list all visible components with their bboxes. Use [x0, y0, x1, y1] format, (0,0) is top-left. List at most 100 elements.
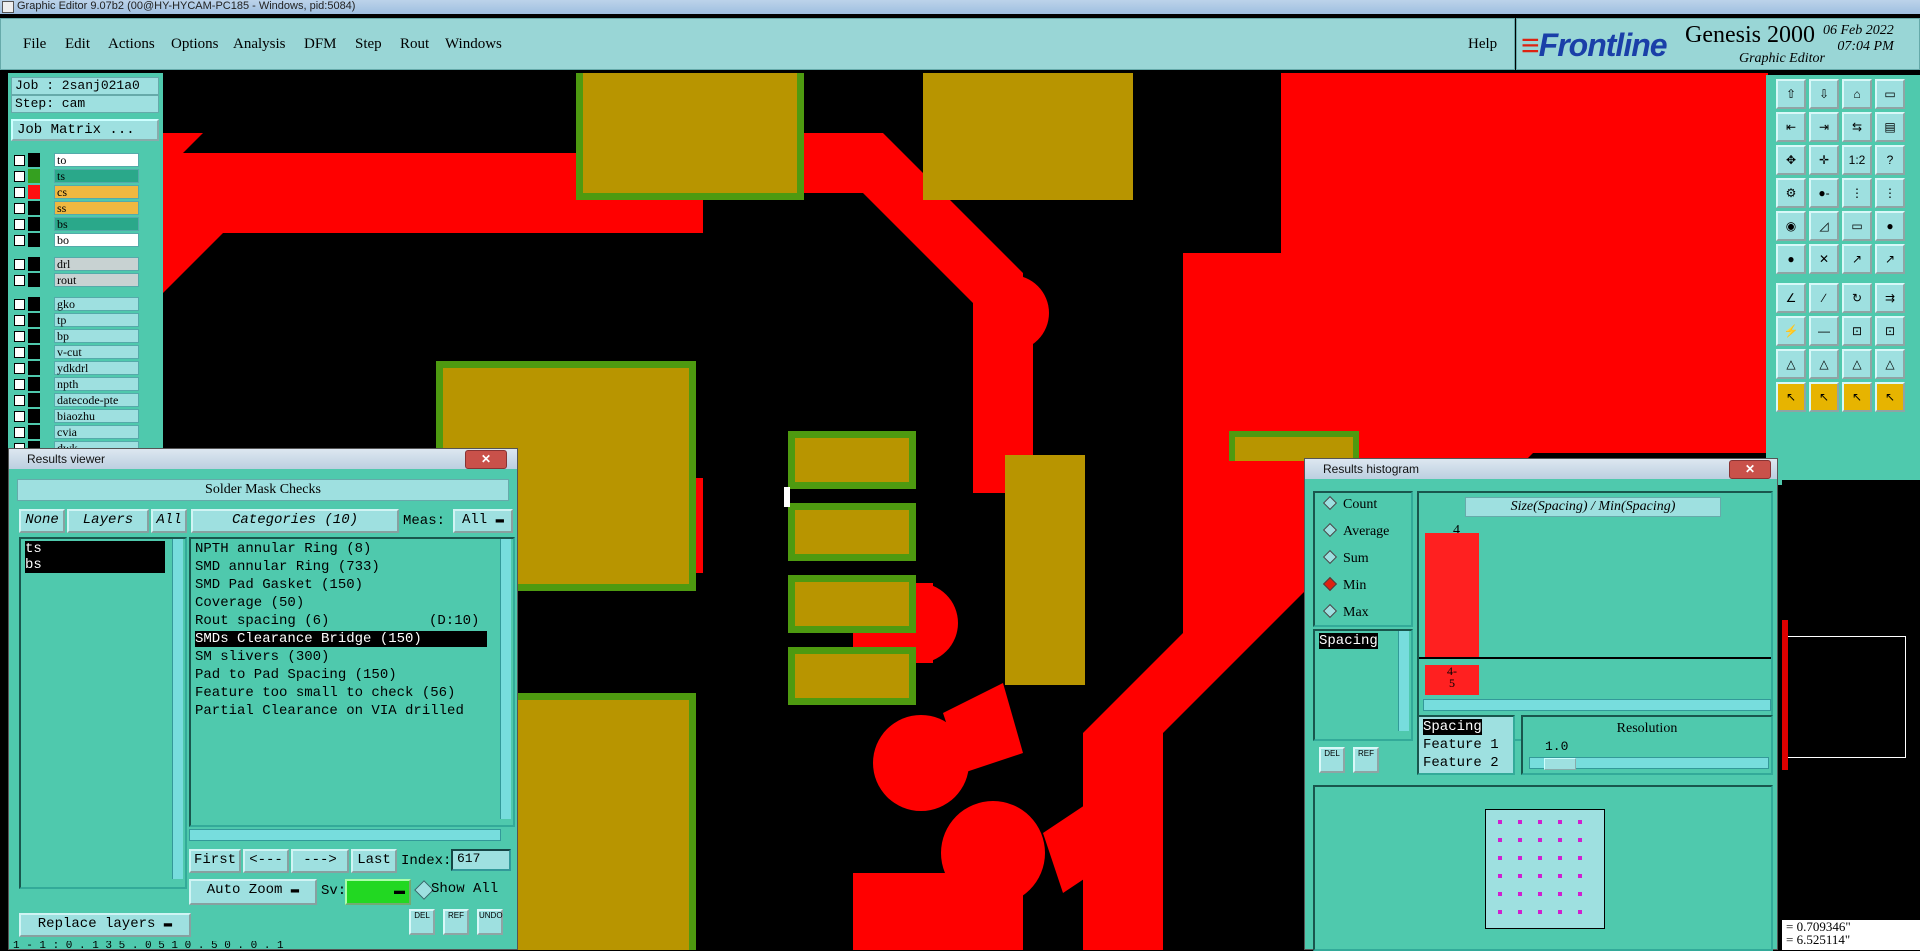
layer-color-swatch[interactable]: [28, 217, 40, 231]
layer-checkbox[interactable]: [14, 427, 25, 438]
layer-row[interactable]: v-cut: [14, 345, 139, 359]
category-item[interactable]: Feature too small to check (56): [195, 685, 455, 701]
all-button[interactable]: All: [151, 509, 187, 533]
move-left-icon[interactable]: ⇤: [1776, 112, 1806, 142]
layer-checkbox[interactable]: [14, 187, 25, 198]
layer-checkbox[interactable]: [14, 235, 25, 246]
category-item[interactable]: SMD annular Ring (733): [195, 559, 380, 575]
menu-windows[interactable]: Windows: [445, 36, 502, 53]
del-button[interactable]: DEL: [1319, 747, 1345, 773]
layer-color-swatch[interactable]: [28, 409, 40, 423]
category-item[interactable]: NPTH annular Ring (8): [195, 541, 371, 557]
pin-icon[interactable]: ●-: [1809, 178, 1839, 208]
radio-icon[interactable]: [1322, 522, 1338, 538]
category-list[interactable]: NPTH annular Ring (8) SMD annular Ring (7…: [189, 537, 515, 827]
resolution-slider[interactable]: [1529, 757, 1769, 770]
layer-checkbox[interactable]: [14, 155, 25, 166]
tri3-icon[interactable]: △: [1842, 349, 1872, 379]
node-icon[interactable]: ●: [1776, 244, 1806, 274]
layer-name[interactable]: npth: [54, 377, 139, 391]
layer-color-swatch[interactable]: [28, 377, 40, 391]
layer-checkbox[interactable]: [14, 219, 25, 230]
menu-file[interactable]: File: [23, 36, 46, 53]
box-icon[interactable]: ⊡: [1842, 316, 1872, 346]
export-icon[interactable]: ⇩: [1809, 79, 1839, 109]
swap-icon[interactable]: ⇆: [1842, 112, 1872, 142]
list-item[interactable]: Feature 1: [1423, 737, 1499, 753]
scale-icon[interactable]: 1:2: [1842, 145, 1872, 175]
histogram-titlebar[interactable]: Results histogram: [1305, 459, 1777, 479]
radio-icon[interactable]: [1322, 549, 1338, 565]
index-input[interactable]: 617: [451, 849, 511, 871]
box2-icon[interactable]: ⊡: [1875, 316, 1905, 346]
layer-row[interactable]: rout: [14, 273, 139, 287]
layer-name[interactable]: tp: [54, 313, 139, 327]
radio-icon[interactable]: [1322, 603, 1338, 619]
panel-icon[interactable]: ▭: [1875, 79, 1905, 109]
line-icon[interactable]: ↗: [1842, 244, 1872, 274]
move-right-icon[interactable]: ⇥: [1809, 112, 1839, 142]
category-item[interactable]: SM slivers (300): [195, 649, 329, 665]
slash-icon[interactable]: ∕: [1809, 283, 1839, 313]
layer-name[interactable]: biaozhu: [54, 409, 139, 423]
snap2-icon[interactable]: ⋮: [1875, 178, 1905, 208]
menu-dfm[interactable]: DFM: [304, 36, 337, 53]
first-button[interactable]: First: [189, 849, 241, 873]
layer-name[interactable]: cs: [54, 185, 139, 199]
ref-button[interactable]: REF: [443, 909, 469, 935]
histogram-bar[interactable]: [1425, 533, 1479, 657]
layer-name[interactable]: bp: [54, 329, 139, 343]
layer-name[interactable]: ts: [54, 169, 139, 183]
layer-checkbox[interactable]: [14, 363, 25, 374]
undo-button[interactable]: UNDO: [477, 909, 503, 935]
layer-row[interactable]: cs: [14, 185, 139, 199]
next-button[interactable]: --->: [291, 849, 349, 873]
category-item[interactable]: Rout spacing (6) (D:10): [195, 613, 479, 629]
replace-layers-dropdown[interactable]: Replace layers ▬: [19, 913, 191, 937]
layer-color-swatch[interactable]: [28, 425, 40, 439]
segment-icon[interactable]: —: [1809, 316, 1839, 346]
scrollbar[interactable]: [1398, 631, 1409, 731]
results-viewer-titlebar[interactable]: Results viewer: [9, 449, 517, 469]
menu-actions[interactable]: Actions: [108, 36, 155, 53]
horizontal-scrollbar[interactable]: [189, 829, 501, 841]
layer-name[interactable]: gko: [54, 297, 139, 311]
layer-row[interactable]: ss: [14, 201, 139, 215]
list-item[interactable]: Spacing: [1319, 633, 1378, 649]
layer-row[interactable]: to: [14, 153, 139, 167]
layer-color-swatch[interactable]: [28, 393, 40, 407]
horizontal-scrollbar[interactable]: [1423, 699, 1771, 711]
menu-rout[interactable]: Rout: [400, 36, 429, 53]
point-icon[interactable]: ◉: [1776, 211, 1806, 241]
measure-list[interactable]: Spacing: [1313, 629, 1413, 741]
layer-row[interactable]: gko: [14, 297, 139, 311]
layer-color-swatch[interactable]: [28, 233, 40, 247]
scrollbar[interactable]: [500, 539, 511, 819]
layer-checkbox[interactable]: [14, 299, 25, 310]
layer-color-swatch[interactable]: [28, 153, 40, 167]
ref-button[interactable]: REF: [1353, 747, 1379, 773]
list-icon[interactable]: ▤: [1875, 112, 1905, 142]
option-sum[interactable]: Sum: [1322, 549, 1369, 567]
last-button[interactable]: Last: [351, 849, 397, 873]
scrollbar[interactable]: [172, 539, 183, 879]
pointer4-icon[interactable]: ↖: [1875, 382, 1905, 412]
layer-color-swatch[interactable]: [28, 297, 40, 311]
layer-checkbox[interactable]: [14, 203, 25, 214]
auto-zoom-dropdown[interactable]: Auto Zoom ▬: [189, 879, 317, 905]
tri-icon[interactable]: △: [1776, 349, 1806, 379]
layer-color-swatch[interactable]: [28, 201, 40, 215]
menu-edit[interactable]: Edit: [65, 36, 90, 53]
settings-icon[interactable]: ⚙: [1776, 178, 1806, 208]
layer-color-swatch[interactable]: [28, 329, 40, 343]
layer-checkbox[interactable]: [14, 411, 25, 422]
import-icon[interactable]: ⇧: [1776, 79, 1806, 109]
layer-name[interactable]: drl: [54, 257, 139, 271]
home-icon[interactable]: ⌂: [1842, 79, 1872, 109]
pointer2-icon[interactable]: ↖: [1809, 382, 1839, 412]
menu-help[interactable]: Help: [1468, 36, 1497, 53]
pan-icon[interactable]: ✥: [1776, 145, 1806, 175]
layer-color-swatch[interactable]: [28, 169, 40, 183]
layer-checkbox[interactable]: [14, 379, 25, 390]
layer-row[interactable]: drl: [14, 257, 139, 271]
